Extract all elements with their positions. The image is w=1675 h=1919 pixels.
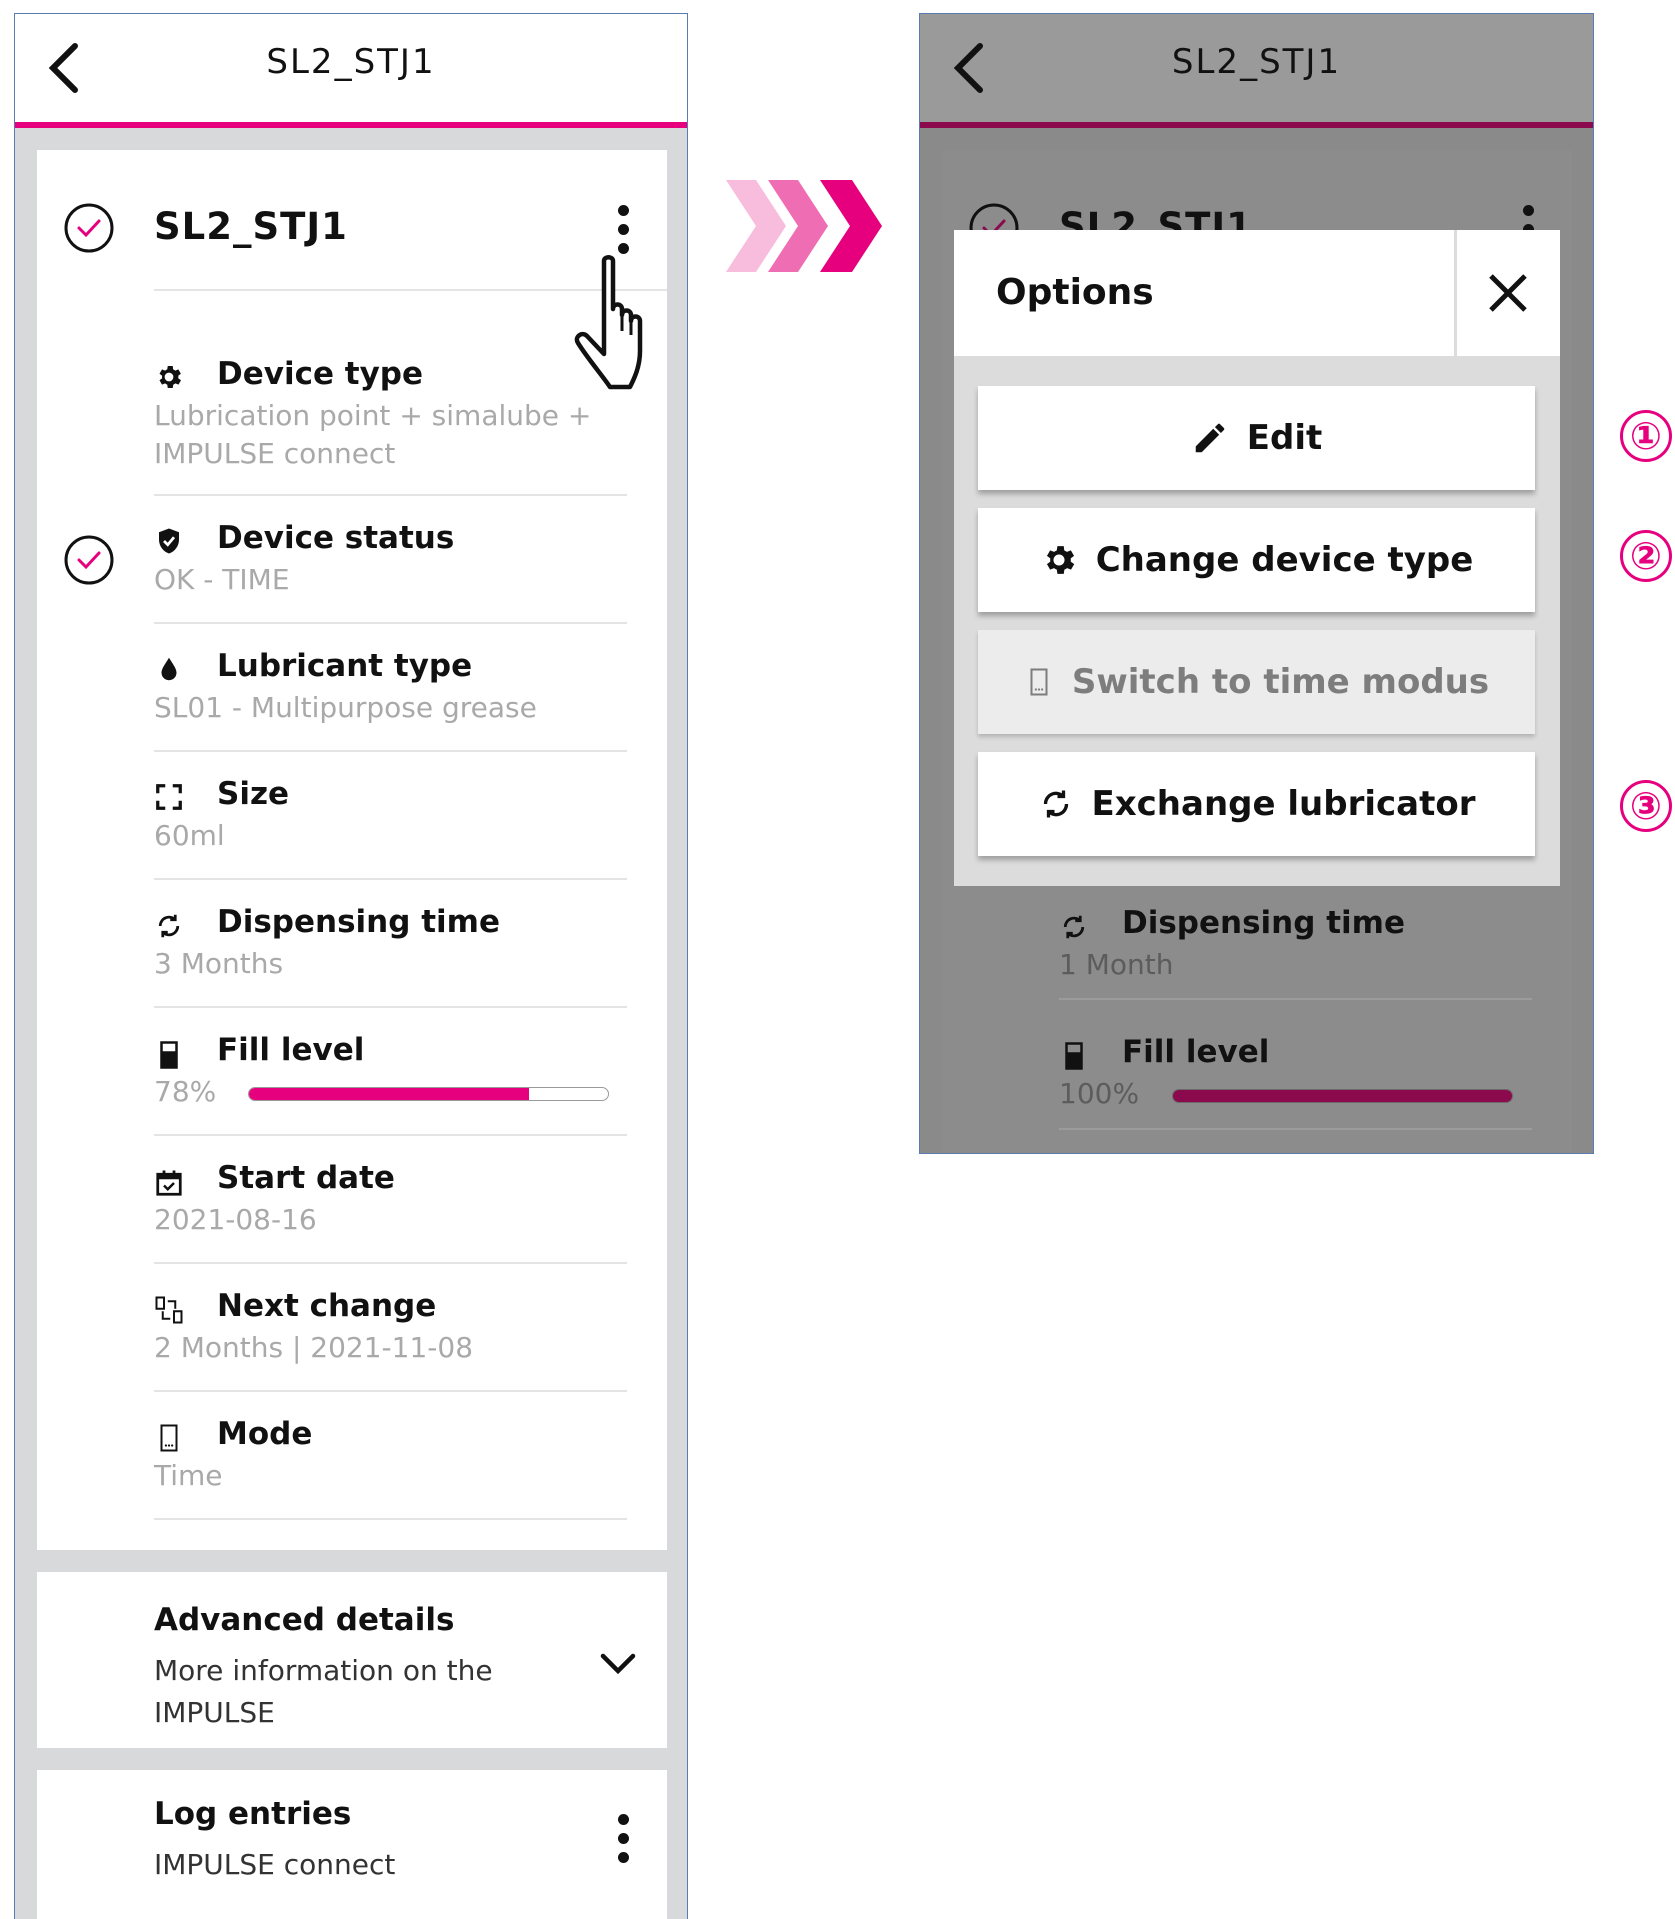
- row-label: Device type: [217, 356, 424, 392]
- gear-icon: [159, 366, 181, 388]
- divider: [1059, 1128, 1532, 1130]
- check-circle-icon: [64, 535, 114, 585]
- divider: [154, 1518, 627, 1520]
- cycle-icon: [1063, 915, 1085, 939]
- options-dialog-screen: SL2_STJ1 SL2_STJ1 Dispensing time 1 Mont…: [919, 13, 1594, 1154]
- exchange-lubricator-label: Exchange lubricator: [1091, 784, 1476, 824]
- exchange-icon: [155, 1296, 183, 1324]
- options-panel: Options Edit Change device type Switch t…: [954, 230, 1560, 886]
- check-circle-icon: [64, 203, 114, 253]
- calendar-check-icon: [156, 1170, 182, 1196]
- row-label: Dispensing time: [217, 904, 500, 940]
- chevron-down-icon[interactable]: [599, 1652, 637, 1676]
- row-value: 100%: [1059, 1077, 1140, 1110]
- page-title: SL2_STJ1: [266, 42, 436, 82]
- row-label: Size: [217, 776, 290, 812]
- device-name: SL2_STJ1: [154, 205, 348, 248]
- row-value: 1 Month: [1059, 948, 1174, 981]
- options-title: Options: [996, 272, 1154, 313]
- more-options-icon[interactable]: [617, 1814, 629, 1864]
- fill-level-bar: [1172, 1089, 1513, 1103]
- row-value: IMPULSE connect: [154, 437, 396, 470]
- row-value: 78%: [154, 1075, 217, 1108]
- row-value: Time: [154, 1459, 223, 1492]
- row-value: Lubrication point + simalube +: [154, 399, 592, 432]
- section-subtitle: IMPULSE connect: [154, 1848, 396, 1881]
- section-subtitle: More information on the: [154, 1654, 493, 1687]
- row-value: 2021-08-16: [154, 1203, 317, 1236]
- edit-button[interactable]: Edit: [978, 386, 1535, 490]
- divider: [154, 622, 627, 624]
- divider: [154, 1390, 627, 1392]
- row-value: OK - TIME: [154, 563, 290, 596]
- row-label: Fill level: [217, 1032, 365, 1068]
- section-subtitle: IMPULSE: [154, 1696, 275, 1729]
- divider: [154, 1006, 627, 1008]
- change-device-type-button[interactable]: Change device type: [978, 508, 1535, 612]
- row-label: Mode: [217, 1416, 313, 1452]
- section-title: Log entries: [154, 1796, 352, 1832]
- device-mode-icon: [1030, 668, 1048, 696]
- advanced-details-section[interactable]: Advanced details More information on the…: [37, 1572, 667, 1748]
- divider: [154, 1262, 627, 1264]
- close-icon: [1489, 274, 1527, 312]
- fill-level-bar: [248, 1087, 609, 1101]
- drop-icon: [161, 657, 177, 681]
- more-options-icon[interactable]: [617, 205, 629, 255]
- row-label: Start date: [217, 1160, 395, 1196]
- device-mode-icon: [160, 1424, 178, 1452]
- divider: [154, 1134, 627, 1136]
- cycle-icon: [158, 914, 180, 938]
- fill-level-bar-fill: [1173, 1090, 1512, 1102]
- log-entries-section[interactable]: Log entries IMPULSE connect: [37, 1770, 667, 1919]
- section-title: Advanced details: [154, 1602, 455, 1638]
- transition-arrows-icon: [726, 180, 882, 272]
- app-header: SL2_STJ1: [920, 14, 1593, 128]
- divider: [154, 494, 627, 496]
- pencil-icon: [1195, 423, 1224, 453]
- cycle-icon: [1043, 790, 1068, 818]
- size-frame-icon: [156, 784, 182, 810]
- row-label: Next change: [217, 1288, 437, 1324]
- divider: [154, 750, 627, 752]
- tap-hand-icon: [574, 255, 643, 390]
- divider: [1059, 998, 1532, 1000]
- options-header: Options: [954, 230, 1560, 356]
- shield-check-icon: [159, 528, 179, 554]
- divider: [154, 878, 627, 880]
- gear-icon: [1046, 546, 1074, 574]
- exchange-lubricator-button[interactable]: Exchange lubricator: [978, 752, 1535, 856]
- switch-time-modus-button[interactable]: Switch to time modus: [978, 630, 1535, 734]
- annotation-badge-2: ②: [1620, 530, 1672, 582]
- row-label: Device status: [217, 520, 455, 556]
- switch-time-modus-label: Switch to time modus: [1071, 662, 1490, 702]
- row-value: 60ml: [154, 819, 225, 852]
- change-device-type-label: Change device type: [1095, 540, 1474, 580]
- close-button[interactable]: [1454, 230, 1560, 356]
- annotation-badge-1: ①: [1620, 410, 1672, 462]
- row-value: SL01 - Multipurpose grease: [154, 691, 537, 724]
- edit-button-label: Edit: [1246, 418, 1323, 458]
- fill-level-icon: [1065, 1042, 1083, 1070]
- row-label: Dispensing time: [1122, 905, 1405, 941]
- row-value: 3 Months: [154, 947, 284, 980]
- row-value: 2 Months | 2021-11-08: [154, 1331, 474, 1364]
- fill-level-bar-fill: [249, 1088, 530, 1100]
- row-label: Fill level: [1122, 1034, 1270, 1070]
- fill-level-icon: [160, 1041, 178, 1069]
- page-title: SL2_STJ1: [1171, 42, 1342, 82]
- annotation-badge-3: ③: [1620, 780, 1672, 832]
- app-header: SL2_STJ1: [15, 14, 687, 128]
- row-label: Lubricant type: [217, 648, 473, 684]
